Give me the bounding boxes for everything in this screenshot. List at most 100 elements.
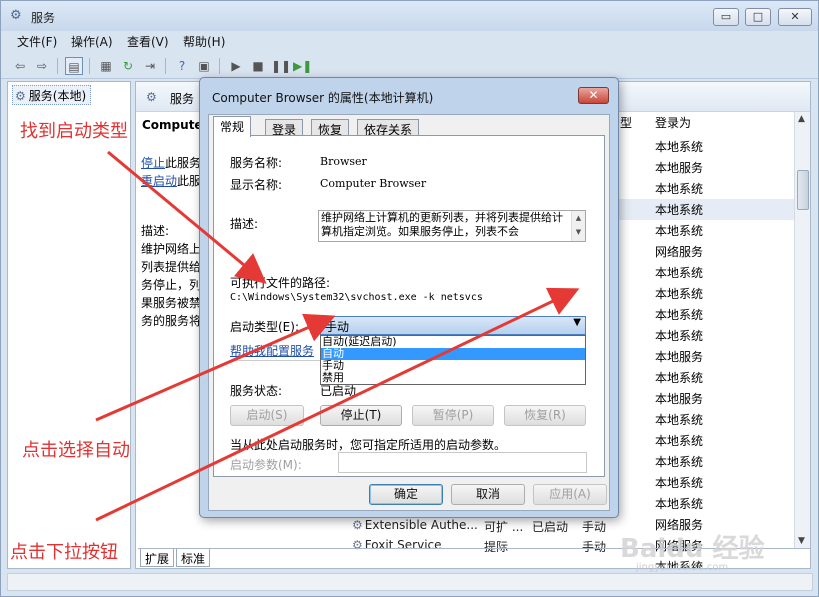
gear-icon: ⚙: [146, 90, 157, 104]
service-row-startup: 手动: [582, 520, 607, 534]
startup-type-select[interactable]: 手动 ▼: [320, 316, 586, 335]
stop-link-rest: 此服务: [165, 156, 202, 170]
logon-cell: 本地系统: [655, 329, 704, 343]
resume-button[interactable]: 恢复(R): [504, 405, 586, 426]
scroll-up-icon[interactable]: ▲: [798, 114, 805, 124]
properties-icon[interactable]: ▦: [97, 57, 115, 75]
logon-cell: 本地系统: [655, 203, 704, 217]
general-panel: 服务名称: Browser 显示名称: Computer Browser 描述:…: [213, 135, 605, 477]
stop-service-icon[interactable]: ■: [249, 57, 267, 75]
menu-file[interactable]: 文件(F): [17, 33, 57, 50]
description-line: 果服务被禁: [141, 296, 202, 310]
ok-button[interactable]: 确定: [369, 484, 443, 505]
toolbar-divider: [89, 58, 90, 74]
logon-cell: 本地系统: [655, 455, 704, 469]
logon-cell: 本地系统: [655, 476, 704, 490]
exe-path-value: C:\Windows\System32\svchost.exe -k netsv…: [230, 292, 483, 303]
export-icon[interactable]: ⇥: [141, 57, 159, 75]
restart-service-icon[interactable]: ▶❚: [293, 57, 312, 75]
logon-cell: 本地系统: [655, 308, 704, 322]
properties-dialog: Computer Browser 的属性(本地计算机) ✕ 常规 登录 恢复 依…: [199, 77, 619, 518]
stop-service-link[interactable]: 停止此服务: [141, 154, 201, 171]
watermark-url: jingyan.baidu.com: [636, 562, 729, 573]
forward-icon[interactable]: ⇨: [33, 57, 51, 75]
minimize-button[interactable]: ▭: [713, 8, 739, 26]
help-icon[interactable]: ?: [173, 57, 191, 75]
tree-item-services-local[interactable]: ⚙ 服务(本地): [12, 85, 92, 105]
column-header-startup-type[interactable]: 型: [620, 114, 632, 131]
service-status-label: 服务状态:: [230, 384, 283, 398]
dialog-body: 常规 登录 恢复 依存关系 服务名称: Browser 显示名称: Comput…: [208, 114, 610, 511]
gear-icon: ⚙: [15, 89, 26, 103]
scroll-down-icon[interactable]: ▼: [798, 536, 805, 546]
restart-link-text[interactable]: 重启动: [141, 174, 177, 188]
back-icon[interactable]: ⇦: [11, 57, 29, 75]
menu-view[interactable]: 查看(V): [127, 33, 169, 50]
close-button[interactable]: ✕: [778, 8, 812, 26]
startup-type-dropdown: 自动(延迟启动) 自动 手动 禁用: [320, 335, 586, 385]
pause-service-icon[interactable]: ❚❚: [271, 57, 291, 75]
maximize-button[interactable]: □: [745, 8, 771, 26]
tab-general[interactable]: 常规: [213, 116, 252, 137]
logon-cell: 网络服务: [655, 245, 704, 259]
service-name: Extensible Authe...: [364, 518, 478, 532]
logon-cell: 本地系统: [655, 266, 704, 280]
start-button[interactable]: 启动(S): [230, 405, 304, 426]
start-service-icon[interactable]: ▶: [227, 57, 245, 75]
console-icon[interactable]: ▣: [195, 57, 213, 75]
exe-path-label: 可执行文件的路径:: [230, 276, 331, 290]
column-header-logon[interactable]: 登录为: [655, 114, 691, 131]
stop-button[interactable]: 停止(T): [320, 405, 402, 426]
tab-standard[interactable]: 标准: [176, 549, 211, 567]
scroll-thumb[interactable]: [797, 170, 809, 210]
description-line: 列表提供给: [141, 260, 202, 274]
description-box[interactable]: 维护网络上计算机的更新列表，并将列表提供给计算机指定浏览。如果服务停止，列表不会…: [318, 210, 586, 242]
option-manual[interactable]: 手动: [321, 360, 585, 372]
service-row-desc: 可扩 ...: [484, 520, 524, 534]
logon-cell: 本地系统: [655, 287, 704, 301]
logon-cell: 本地系统: [655, 371, 704, 385]
description-text: 维护网络上计算机的更新列表，并将列表提供给计算机指定浏览。如果服务停止，列表不会: [321, 211, 563, 238]
service-name-value: Browser: [320, 155, 367, 168]
menu-action[interactable]: 操作(A): [71, 33, 113, 50]
refresh-icon[interactable]: ↻: [119, 57, 137, 75]
restart-service-link[interactable]: 重启动此服: [141, 172, 201, 189]
option-auto[interactable]: 自动: [321, 348, 585, 360]
help-configure-link[interactable]: 帮助我配置服务: [230, 342, 314, 359]
toolbar-divider: [57, 58, 58, 74]
tab-extended[interactable]: 扩展: [140, 549, 175, 567]
pane-header-title: 服务: [170, 92, 195, 106]
dialog-close-button[interactable]: ✕: [578, 87, 609, 104]
cancel-button[interactable]: 取消: [451, 484, 525, 505]
logon-cell: 本地系统: [655, 413, 704, 427]
vertical-scrollbar[interactable]: ▲ ▼: [794, 112, 810, 548]
description-label: 描述:: [230, 217, 259, 231]
menu-help[interactable]: 帮助(H): [183, 33, 225, 50]
dropdown-arrow-icon[interactable]: ▼: [573, 317, 581, 328]
logon-cell: 本地系统: [655, 434, 704, 448]
annotation-click-dropdown: 点击下拉按钮: [10, 542, 118, 563]
pause-button[interactable]: 暂停(P): [412, 405, 494, 426]
logon-cell: 本地服务: [655, 350, 704, 364]
toolbar-divider: [219, 58, 220, 74]
service-row-name[interactable]: ⚙ Extensible Authe...: [352, 518, 478, 532]
service-row-status: 已启动: [532, 520, 569, 534]
toolbar-divider: [165, 58, 166, 74]
toolbar: ⇦ ⇨ ▤ ▦ ↻ ⇥ ? ▣ ▶ ■ ❚❚ ▶❚: [1, 53, 818, 79]
description-scrollbar[interactable]: ▲ ▼: [571, 211, 585, 241]
start-params-input[interactable]: [338, 452, 587, 473]
display-name-label: 显示名称:: [230, 178, 283, 192]
title-bar: ⚙ 服务 ▭ □ ✕: [1, 1, 818, 31]
tree-pane: ⚙ 服务(本地): [7, 81, 131, 569]
restart-link-rest: 此服: [177, 174, 202, 188]
logon-cell: 本地服务: [655, 161, 704, 175]
stop-link-text[interactable]: 停止: [141, 156, 165, 170]
description-label: 描述:: [141, 224, 170, 238]
option-auto-delayed[interactable]: 自动(延迟启动): [321, 336, 585, 348]
option-disabled[interactable]: 禁用: [321, 372, 585, 384]
logon-cell: 本地服务: [655, 392, 704, 406]
start-params-label: 启动参数(M):: [230, 458, 302, 472]
show-tree-icon[interactable]: ▤: [65, 57, 83, 75]
apply-button[interactable]: 应用(A): [533, 484, 607, 505]
logon-cell: 本地系统: [655, 497, 704, 511]
